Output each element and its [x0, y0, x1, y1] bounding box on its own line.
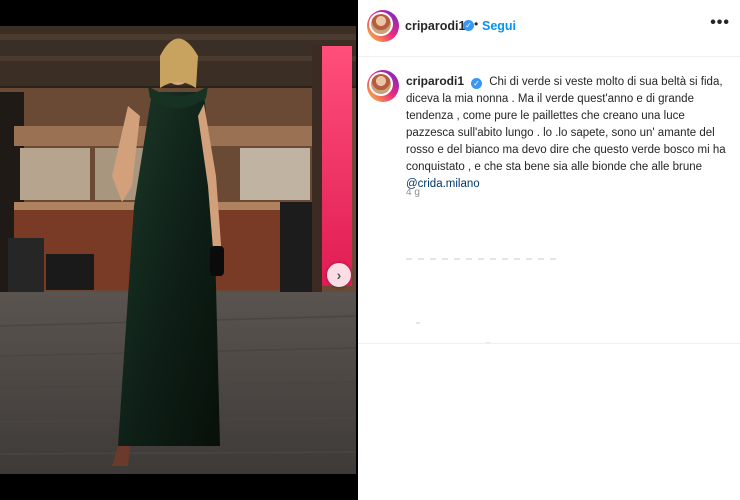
separator-dot: •: [474, 17, 479, 31]
verified-badge-icon: ✓: [471, 78, 483, 89]
follow-button[interactable]: Segui: [482, 19, 516, 33]
username-link[interactable]: criparodi1: [405, 19, 465, 33]
verified-badge-icon: ✓: [463, 20, 474, 31]
more-options-icon[interactable]: •••: [710, 14, 730, 32]
chevron-right-icon: ›: [336, 267, 342, 283]
photo-image: [0, 26, 356, 474]
caption-text: Chi di verde si veste molto di sua beltà…: [406, 76, 726, 173]
post-header: criparodi1 ✓ • Segui •••: [358, 0, 740, 57]
carousel-next-button[interactable]: ›: [327, 263, 351, 287]
faded-mark: [416, 322, 420, 324]
avatar-photo: [371, 14, 391, 34]
post-age[interactable]: 4 g: [406, 187, 420, 198]
section-divider: [358, 343, 740, 344]
caption-username-link[interactable]: criparodi1: [406, 74, 464, 88]
post-caption: criparodi1 ✓ Chi di verde si veste molto …: [406, 73, 732, 193]
avatar-photo: [371, 74, 391, 94]
post-photo[interactable]: ›: [0, 26, 356, 474]
avatar[interactable]: [367, 10, 399, 42]
caption-avatar[interactable]: [367, 70, 399, 102]
post-sidebar: criparodi1 ✓ • Segui ••• criparodi1 ✓ Chi…: [358, 0, 740, 500]
faded-comment-placeholder: [406, 258, 556, 260]
